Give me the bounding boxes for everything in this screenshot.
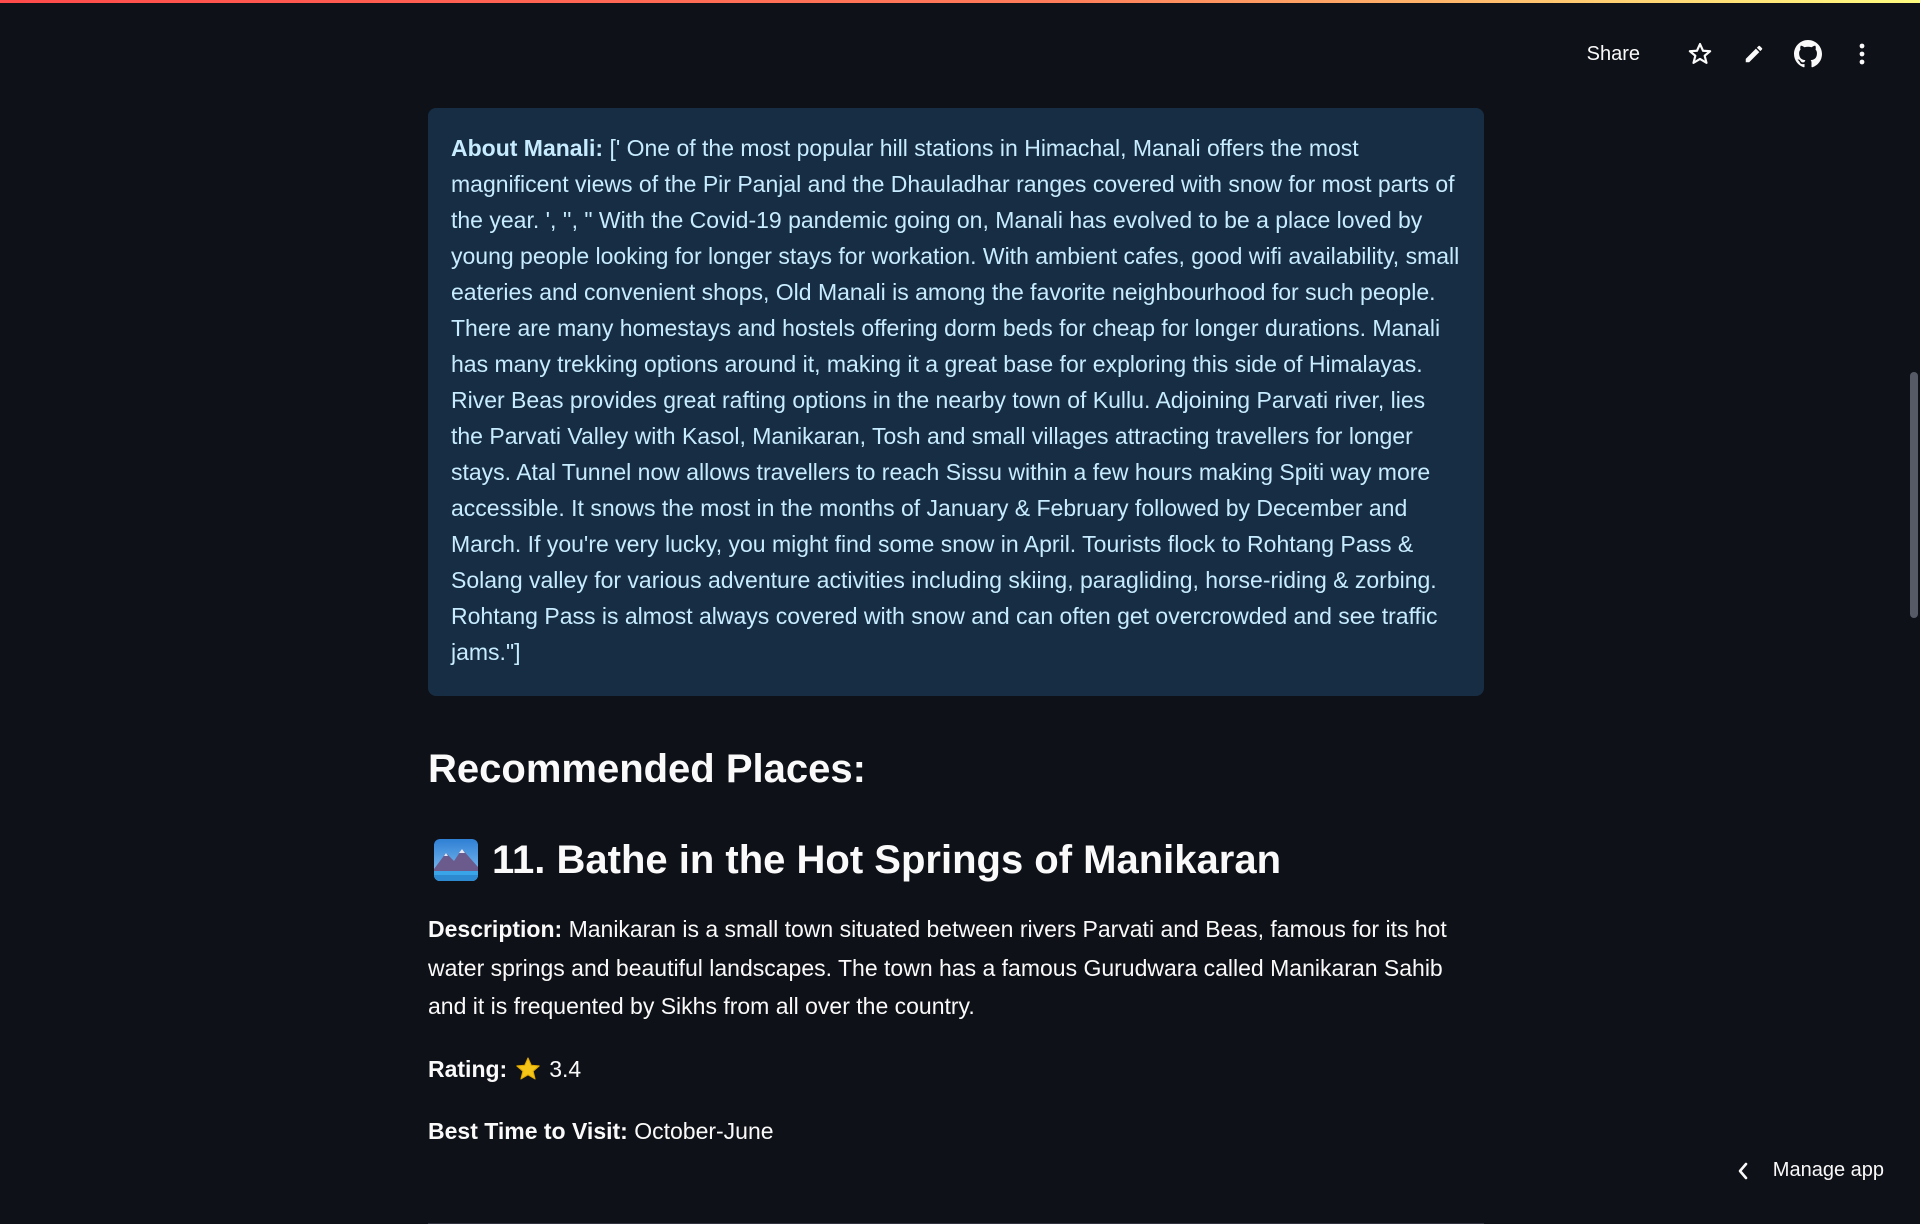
github-icon[interactable] [1790,36,1826,72]
mountain-sunrise-icon [434,839,478,881]
place-title: 11. Bathe in the Hot Springs of Manikara… [492,835,1281,885]
about-text: [' One of the most popular hill stations… [451,135,1459,665]
manage-app-label: Manage app [1773,1159,1884,1182]
more-vertical-icon[interactable] [1844,36,1880,72]
rating-value: 3.4 [549,1050,581,1089]
description-label: Description: [428,916,562,942]
scrollbar[interactable] [1908,0,1920,1200]
place-rating: Rating: 3.4 [428,1050,1484,1089]
section-divider [428,1223,1484,1224]
chevron-left-icon [1737,1161,1749,1181]
top-decoration-bar [0,0,1920,3]
best-time-label: Best Time to Visit: [428,1118,628,1144]
scrollbar-thumb[interactable] [1910,372,1918,618]
star-icon[interactable] [1682,36,1718,72]
star-rating-icon [515,1056,541,1082]
best-time-value: October-June [634,1118,773,1144]
place-best-time: Best Time to Visit: October-June [428,1112,1484,1151]
recommended-heading: Recommended Places: [428,744,1484,794]
share-button[interactable]: Share [1577,39,1650,70]
manage-app-button[interactable]: Manage app [1737,1159,1884,1182]
about-info-box: About Manali: [' One of the most popular… [428,108,1484,696]
rating-label: Rating: [428,1050,507,1089]
about-label: About Manali: [451,135,603,161]
pencil-icon[interactable] [1736,36,1772,72]
main-content: About Manali: [' One of the most popular… [428,108,1484,1224]
app-toolbar: Share [1577,36,1880,72]
place-description: Description: Manikaran is a small town s… [428,910,1484,1026]
description-text: Manikaran is a small town situated betwe… [428,916,1447,1019]
place-title-row: 11. Bathe in the Hot Springs of Manikara… [428,832,1484,888]
